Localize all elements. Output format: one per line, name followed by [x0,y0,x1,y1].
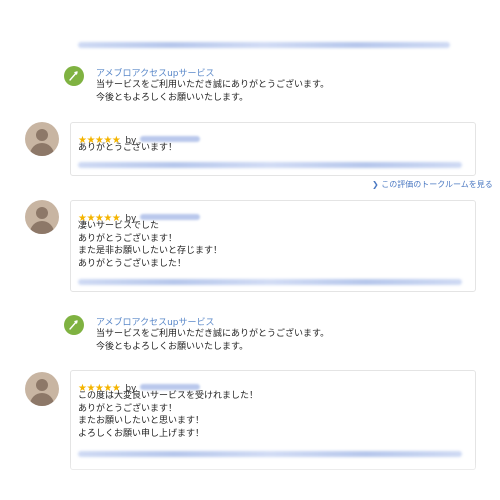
review-text: 凄いサービスでした ありがとうございます！ また是非お願いしたいと存じます！ あ… [78,221,223,269]
seller-name[interactable]: アメブロアクセスupサービス [96,315,215,328]
reviewer-avatar [25,122,59,156]
review-header: ★★★★★ by [78,206,201,224]
reviewer-avatar [25,372,59,406]
thread-link-label: この評価のトークルームを見る [381,180,493,189]
reviewer-name-blurred [140,135,201,142]
seller-reply-text: 当サービスをご利用いただき誠にありがとうございます。 今後ともよろしくお願いいた… [96,80,330,103]
reviewer-name-blurred [140,383,201,390]
review-card: ★★★★★ by 凄いサービスでした ありがとうございます！ また是非お願いしたい… [70,200,476,292]
thread-link[interactable]: ❯ この評価のトークルームを見る [372,179,493,190]
blurred-service-note [78,162,462,168]
review-header: ★★★★★ by [78,376,201,394]
seller-logo-icon [64,315,84,335]
blurred-seller-note [78,42,450,48]
blurred-service-note [78,451,462,457]
review-text: ありがとうございます！ [78,143,178,153]
chevron-right-icon: ❯ [372,180,379,189]
seller-logo-icon [64,66,84,86]
reviewer-name-blurred [140,213,201,220]
reviewer-avatar [25,200,59,234]
bottom-fade [0,462,500,500]
blurred-service-note [78,279,462,285]
review-header: ★★★★★ by [78,128,201,146]
seller-name[interactable]: アメブロアクセスupサービス [96,66,215,79]
review-text: この度は大変良いサービスを受けれました！ ありがとうございます！ またお願いした… [78,391,259,439]
review-card: ★★★★★ by この度は大変良いサービスを受けれました！ ありがとうございます！… [70,370,476,470]
review-card: ★★★★★ by ありがとうございます！ [70,122,476,176]
seller-reply-text: 当サービスをご利用いただき誠にありがとうございます。 今後ともよろしくお願いいた… [96,329,330,352]
